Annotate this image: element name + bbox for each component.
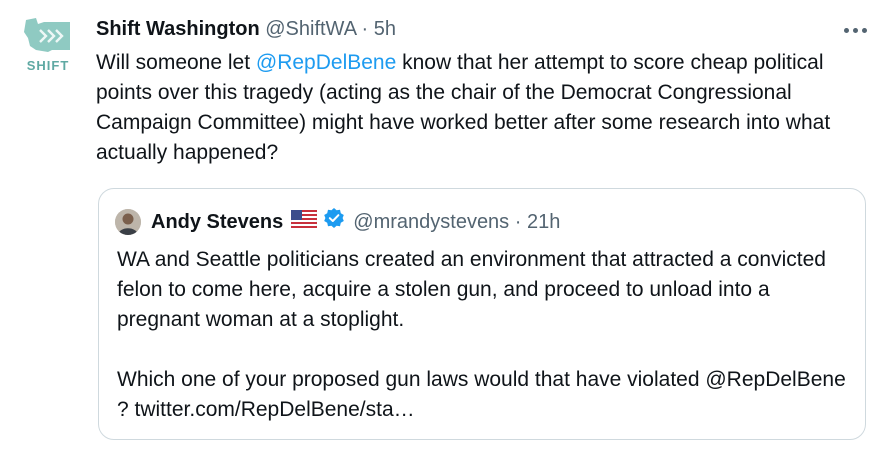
- quoted-header-separator: ·: [514, 211, 522, 233]
- mention-link[interactable]: @RepDelBene: [256, 51, 396, 74]
- quoted-author-avatar[interactable]: [115, 209, 141, 235]
- quoted-tweet-header: Andy Stevens @mrandystevens · 21h: [115, 207, 560, 237]
- more-horizontal-icon: [852, 27, 858, 33]
- tweet[interactable]: SHIFT Shift Washington @ShiftWA · 5h Wil…: [0, 0, 888, 458]
- quoted-paragraph-1: WA and Seattle politicians created an en…: [117, 248, 826, 331]
- more-horizontal-icon: [861, 27, 867, 33]
- author-name[interactable]: Shift Washington: [96, 18, 260, 40]
- tweet-header: Shift Washington @ShiftWA · 5h: [96, 14, 866, 44]
- header-separator: ·: [361, 18, 369, 40]
- logo-text: SHIFT: [26, 58, 70, 73]
- us-flag-icon: [291, 207, 318, 237]
- tweet-text: Will someone let @RepDelBene know that h…: [96, 48, 862, 168]
- avatar[interactable]: SHIFT: [16, 16, 80, 80]
- more-horizontal-icon: [843, 27, 849, 33]
- quoted-author-handle[interactable]: @mrandystevens: [353, 207, 509, 237]
- tweet-timestamp[interactable]: 5h: [374, 18, 396, 40]
- quoted-paragraph-2: Which one of your proposed gun laws woul…: [117, 368, 846, 421]
- author-handle[interactable]: @ShiftWA: [265, 18, 356, 40]
- quoted-tweet[interactable]: Andy Stevens @mrandystevens · 21h WA and…: [98, 188, 866, 440]
- quoted-tweet-timestamp[interactable]: 21h: [527, 207, 560, 237]
- tweet-body: Shift Washington @ShiftWA · 5h Will some…: [96, 14, 866, 168]
- quoted-author-name[interactable]: Andy Stevens: [151, 207, 283, 237]
- verified-badge-icon: [323, 207, 345, 238]
- tweet-text-start: Will someone let: [96, 51, 256, 74]
- person-avatar-icon: [115, 209, 141, 235]
- quoted-tweet-text: WA and Seattle politicians created an en…: [117, 245, 847, 425]
- more-options-button[interactable]: [838, 18, 872, 42]
- washington-state-logo-icon: [24, 18, 70, 52]
